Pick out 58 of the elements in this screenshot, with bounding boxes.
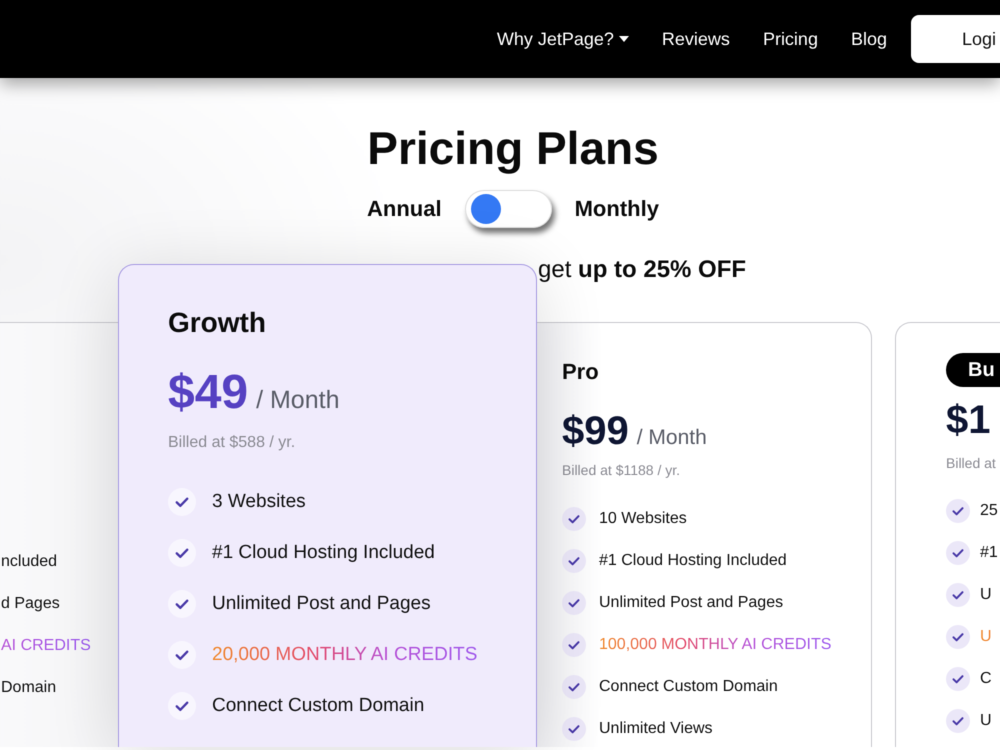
plan-name-badge: Bu: [946, 353, 1000, 387]
billing-note: Billed at: [946, 454, 997, 472]
feature-text: Unlimited Post and Pages: [599, 594, 784, 612]
feature-text: Unlimited Post and Pages: [212, 592, 431, 614]
feature-text: Domain: [1, 679, 56, 697]
pricing-subtitle: get up to 25% OFF: [538, 255, 746, 285]
nav-link[interactable]: Why JetPage?: [496, 28, 629, 50]
plan-price: $49: [168, 367, 248, 419]
check-icon: [562, 591, 586, 615]
check-icon: [946, 499, 970, 523]
feature-text: Connect Custom Domain: [212, 694, 424, 716]
plan-name: Growth: [168, 306, 267, 340]
price-period: / Month: [636, 425, 707, 451]
nav-link[interactable]: Reviews: [662, 28, 730, 50]
feature-text: C: [980, 670, 992, 688]
page-title: Pricing Plans: [366, 121, 660, 175]
feature-text: U: [980, 712, 992, 730]
feature-text: Connect Custom Domain: [599, 678, 778, 696]
feature-text: #1: [980, 544, 998, 562]
billing-note: Billed at $588 / yr.: [168, 433, 296, 453]
check-icon: [562, 549, 586, 573]
nav-link[interactable]: Blog: [850, 28, 887, 50]
nav-link[interactable]: Pricing: [762, 28, 818, 50]
plan-name: Pro: [562, 358, 600, 386]
price-period: / Month: [256, 385, 340, 416]
check-icon: [168, 538, 196, 566]
check-icon: [562, 633, 586, 657]
check-icon: [168, 640, 196, 668]
check-icon: [946, 709, 970, 733]
plan-price: $1: [946, 398, 990, 442]
toggle-label: Annual: [367, 196, 442, 222]
check-icon: [168, 590, 196, 618]
check-icon: [946, 667, 970, 691]
feature-text: U: [980, 586, 992, 604]
plan-price: $99: [562, 409, 629, 453]
feature-text: #1 Cloud Hosting Included: [599, 552, 787, 570]
feature-text: #1 Cloud Hosting Included: [212, 542, 435, 564]
check-icon: [562, 717, 586, 741]
check-icon: [946, 625, 970, 649]
check-icon: [168, 692, 196, 720]
feature-text: 20,000 MONTHLY AI CREDITS: [212, 644, 478, 666]
feature-text: 25: [980, 502, 998, 520]
check-icon: [562, 507, 586, 531]
caret-down-icon: [618, 36, 629, 42]
feature-text: 3 Websites: [212, 490, 306, 512]
check-icon: [168, 488, 196, 516]
check-icon: [562, 675, 586, 699]
billing-toggle[interactable]: [464, 190, 552, 228]
feature-text: 100,000 MONTHLY AI CREDITS: [599, 636, 832, 654]
check-icon: [946, 541, 970, 565]
feature-text: d Pages: [1, 595, 60, 613]
login-button[interactable]: Logi: [911, 15, 1000, 63]
feature-text: 10 Websites: [599, 510, 687, 528]
toggle-label: Monthly: [574, 196, 659, 222]
billing-note: Billed at $1188 / yr.: [562, 461, 682, 479]
check-icon: [946, 583, 970, 607]
feature-text: ncluded: [1, 553, 58, 571]
feature-text: Unlimited Views: [599, 720, 713, 738]
